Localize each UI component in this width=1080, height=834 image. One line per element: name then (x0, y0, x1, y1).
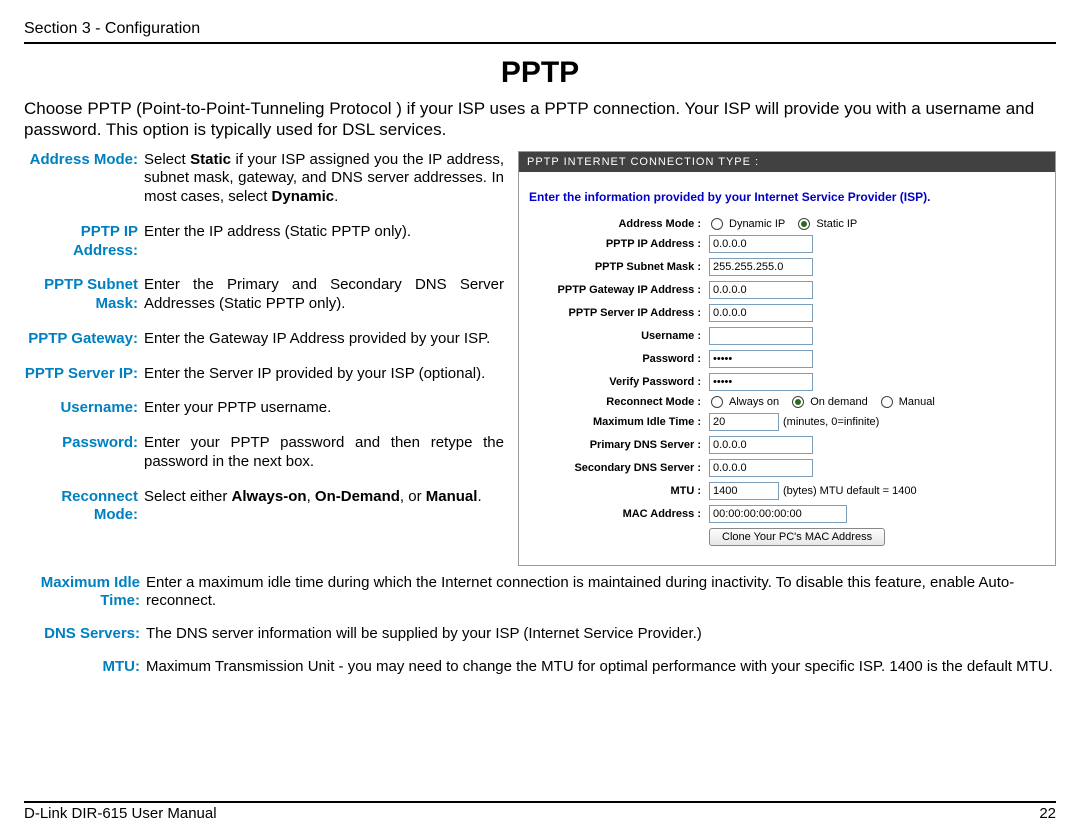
def-password-label: Password: (24, 434, 144, 453)
radio-ondemand[interactable] (792, 396, 804, 408)
input-maxidle[interactable] (709, 413, 779, 431)
def-username-label: Username: (24, 399, 144, 418)
def-server-ip-label: PPTP Server IP: (24, 365, 144, 384)
label-reconnect: Reconnect Mode : (529, 396, 709, 408)
def-subnet-desc: Enter the Primary and Secondary DNS Serv… (144, 276, 504, 314)
def-server-ip-desc: Enter the Server IP provided by your ISP… (144, 365, 504, 384)
input-mac[interactable] (709, 505, 847, 523)
label-ip: PPTP IP Address : (529, 238, 709, 250)
label-mac: MAC Address : (529, 508, 709, 520)
def-gateway-desc: Enter the Gateway IP Address provided by… (144, 330, 504, 349)
def-pptp-ip-desc: Enter the IP address (Static PPTP only). (144, 223, 504, 242)
input-verify[interactable] (709, 373, 813, 391)
label-username: Username : (529, 330, 709, 342)
def-username-desc: Enter your PPTP username. (144, 399, 504, 418)
def-subnet-label: PPTP Subnet Mask: (24, 276, 144, 314)
suffix-mtu: (bytes) MTU default = 1400 (783, 485, 917, 497)
router-config-panel: PPTP INTERNET CONNECTION TYPE : Enter th… (518, 151, 1056, 566)
footer-page: 22 (1039, 805, 1056, 822)
radio-ondemand-label: On demand (810, 396, 867, 408)
def-gateway-label: PPTP Gateway: (24, 330, 144, 349)
suffix-maxidle: (minutes, 0=infinite) (783, 416, 879, 428)
header-rule (24, 42, 1056, 44)
def-maxidle-desc: Enter a maximum idle time during which t… (146, 574, 1056, 612)
def-pptp-ip-label: PPTP IP Address: (24, 223, 144, 261)
label-gateway: PPTP Gateway IP Address : (529, 284, 709, 296)
footer-manual: D-Link DIR-615 User Manual (24, 805, 217, 822)
def-address-mode-label: Address Mode: (24, 151, 144, 170)
radio-static-ip[interactable] (798, 218, 810, 230)
def-reconnect-desc: Select either Always-on, On-Demand, or M… (144, 488, 504, 507)
def-dns-label: DNS Servers: (24, 625, 146, 644)
label-address-mode: Address Mode : (529, 218, 709, 230)
input-sdns[interactable] (709, 459, 813, 477)
radio-dynamic-ip[interactable] (711, 218, 723, 230)
input-username[interactable] (709, 327, 813, 345)
input-mtu[interactable] (709, 482, 779, 500)
page-title: PPTP (24, 56, 1056, 90)
radio-manual-label: Manual (899, 396, 935, 408)
input-ip[interactable] (709, 235, 813, 253)
label-maxidle: Maximum Idle Time : (529, 416, 709, 428)
label-subnet: PPTP Subnet Mask : (529, 261, 709, 273)
radio-dynamic-ip-label: Dynamic IP (729, 218, 785, 230)
label-pdns: Primary DNS Server : (529, 439, 709, 451)
input-server[interactable] (709, 304, 813, 322)
input-gateway[interactable] (709, 281, 813, 299)
router-instruction: Enter the information provided by your I… (519, 172, 1055, 218)
input-pdns[interactable] (709, 436, 813, 454)
def-password-desc: Enter your PPTP password and then retype… (144, 434, 504, 472)
section-header: Section 3 - Configuration (24, 20, 1056, 42)
def-dns-desc: The DNS server information will be suppl… (146, 625, 1056, 644)
label-verify: Verify Password : (529, 376, 709, 388)
input-subnet[interactable] (709, 258, 813, 276)
radio-static-ip-label: Static IP (816, 218, 857, 230)
footer-rule (24, 801, 1056, 803)
router-panel-title: PPTP INTERNET CONNECTION TYPE : (519, 152, 1055, 172)
radio-always-label: Always on (729, 396, 779, 408)
label-server: PPTP Server IP Address : (529, 307, 709, 319)
def-address-mode-desc: Select Static if your ISP assigned you t… (144, 151, 504, 207)
def-maxidle-label: Maximum Idle Time: (24, 574, 146, 612)
intro-text: Choose PPTP (Point-to-Point-Tunneling Pr… (24, 98, 1056, 141)
clone-mac-button[interactable]: Clone Your PC's MAC Address (709, 528, 885, 546)
label-mtu: MTU : (529, 485, 709, 497)
radio-always[interactable] (711, 396, 723, 408)
input-password[interactable] (709, 350, 813, 368)
label-sdns: Secondary DNS Server : (529, 462, 709, 474)
radio-manual[interactable] (881, 396, 893, 408)
def-mtu-desc: Maximum Transmission Unit - you may need… (146, 658, 1056, 677)
def-mtu-label: MTU: (24, 658, 146, 677)
label-password: Password : (529, 353, 709, 365)
def-reconnect-label: Reconnect Mode: (24, 488, 144, 526)
